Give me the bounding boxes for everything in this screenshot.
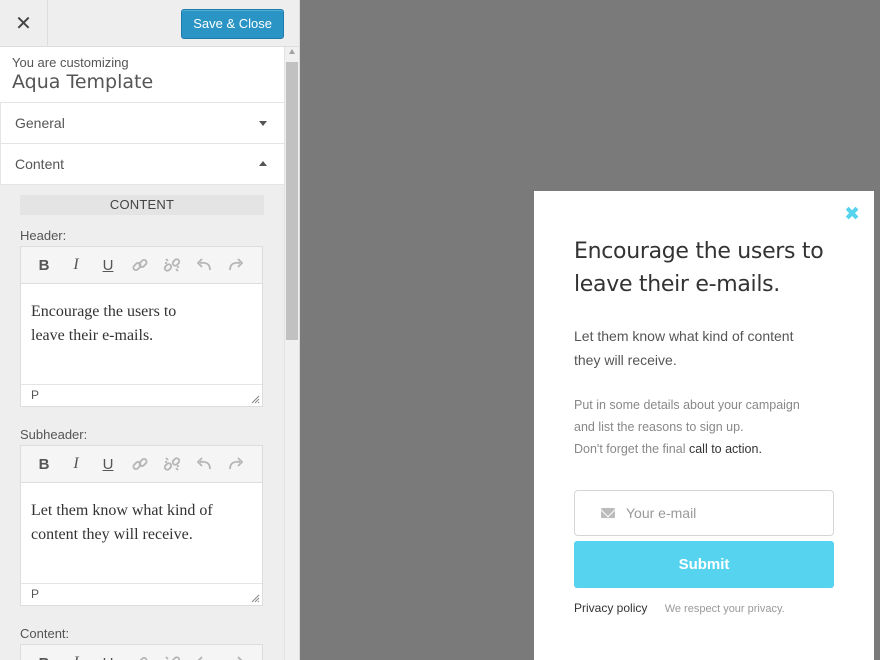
privacy-policy-link[interactable]: Privacy policy: [574, 601, 647, 615]
popup-content-line1: Put in some details about your campaign: [574, 398, 800, 412]
element-path: P: [31, 388, 40, 402]
subheader-editor: B I U Let them know what kind of content…: [20, 445, 263, 606]
link-icon[interactable]: [124, 251, 156, 279]
email-field[interactable]: [574, 490, 834, 536]
header-text-line2: leave their e-mails.: [31, 327, 154, 344]
envelope-icon: [601, 508, 615, 518]
customizing-label: You are customizing: [12, 55, 129, 70]
submit-button[interactable]: Submit: [574, 541, 834, 588]
content-section-title: CONTENT: [20, 195, 264, 215]
caret-down-icon: [259, 121, 267, 126]
unlink-icon[interactable]: [156, 649, 188, 660]
save-close-button[interactable]: Save & Close: [181, 9, 284, 39]
resize-handle-icon[interactable]: [251, 594, 260, 603]
undo-icon[interactable]: [188, 450, 220, 478]
unlink-icon[interactable]: [156, 450, 188, 478]
popup-header-line1: Encourage the users to: [574, 239, 824, 264]
redo-icon[interactable]: [220, 450, 252, 478]
popup-close-icon[interactable]: ✖: [844, 205, 860, 224]
close-customizer-button[interactable]: ✕: [0, 0, 48, 47]
popup-sub-line1: Let them know what kind of content: [574, 328, 794, 344]
popup-content-line3: Don't forget the final call to action.: [574, 438, 844, 460]
link-icon[interactable]: [124, 450, 156, 478]
section-content-label: Content: [15, 156, 65, 172]
italic-icon[interactable]: I: [60, 450, 92, 478]
subheader-text-line2: content they will receive.: [31, 526, 193, 543]
element-path: P: [31, 587, 40, 601]
customizer-panel: ✕ Save & Close You are customizing Aqua …: [0, 0, 300, 660]
undo-icon[interactable]: [188, 649, 220, 660]
section-content[interactable]: Content: [0, 144, 284, 185]
redo-icon[interactable]: [220, 649, 252, 660]
header-editor-statusbar: P: [21, 384, 262, 406]
underline-icon[interactable]: U: [92, 649, 124, 660]
unlink-icon[interactable]: [156, 251, 188, 279]
popup-content: Put in some details about your campaign …: [574, 394, 844, 460]
subheader-text-line1: Let them know what kind of: [31, 502, 213, 519]
optin-popup-preview: ✖ Encourage the users to leave their e-m…: [534, 191, 874, 660]
header-text-line1: Encourage the users to: [31, 303, 177, 320]
bold-icon[interactable]: B: [28, 251, 60, 279]
panel-scrollbar[interactable]: [284, 47, 299, 660]
call-to-action-text: call to action.: [688, 442, 762, 456]
underline-icon[interactable]: U: [92, 251, 124, 279]
link-icon[interactable]: [124, 649, 156, 660]
subheader-editor-toolbar: B I U: [21, 446, 262, 483]
content-editor-toolbar: B I U: [21, 645, 262, 660]
popup-footer: Privacy policy We respect your privacy.: [574, 601, 785, 615]
underline-icon[interactable]: U: [92, 450, 124, 478]
bold-icon[interactable]: B: [28, 450, 60, 478]
customizer-topbar: ✕ Save & Close: [0, 0, 299, 47]
customizer-scroll-area: You are customizing Aqua Template Genera…: [0, 47, 284, 660]
scroll-up-arrow-icon[interactable]: [289, 49, 295, 54]
redo-icon[interactable]: [220, 251, 252, 279]
privacy-note: We respect your privacy.: [664, 603, 785, 615]
template-name: Aqua Template: [12, 71, 154, 93]
popup-content-line3-prefix: Don't forget the final: [574, 442, 689, 456]
popup-header: Encourage the users to leave their e-mai…: [574, 235, 854, 301]
section-general-label: General: [15, 115, 65, 131]
header-editor-text[interactable]: Encourage the users to leave their e-mai…: [21, 284, 262, 384]
resize-handle-icon[interactable]: [251, 395, 260, 404]
header-editor: B I U Encourage the users to leave their…: [20, 246, 263, 407]
content-section-body: CONTENT Header: B I U Encourage the user…: [0, 185, 284, 660]
header-editor-toolbar: B I U: [21, 247, 262, 284]
subheader-field-label: Subheader:: [20, 427, 88, 442]
subheader-editor-statusbar: P: [21, 583, 262, 605]
italic-icon[interactable]: I: [60, 251, 92, 279]
subheader-editor-text[interactable]: Let them know what kind of content they …: [21, 483, 262, 583]
header-field-label: Header:: [20, 228, 67, 243]
content-field-label: Content:: [20, 626, 70, 641]
email-input[interactable]: [626, 505, 826, 521]
scrollbar-thumb[interactable]: [286, 62, 298, 340]
popup-header-line2: leave their e-mails.: [574, 272, 780, 297]
popup-subheader: Let them know what kind of content they …: [574, 324, 844, 372]
popup-content-line2: and list the reasons to sign up.: [574, 420, 744, 434]
italic-icon[interactable]: I: [60, 649, 92, 660]
undo-icon[interactable]: [188, 251, 220, 279]
customizing-info: You are customizing Aqua Template: [0, 47, 284, 103]
section-general[interactable]: General: [0, 103, 284, 144]
caret-up-icon: [259, 161, 267, 166]
popup-sub-line2: they will receive.: [574, 352, 677, 368]
close-icon: ✕: [15, 13, 32, 35]
content-editor: B I U: [20, 644, 263, 660]
bold-icon[interactable]: B: [28, 649, 60, 660]
